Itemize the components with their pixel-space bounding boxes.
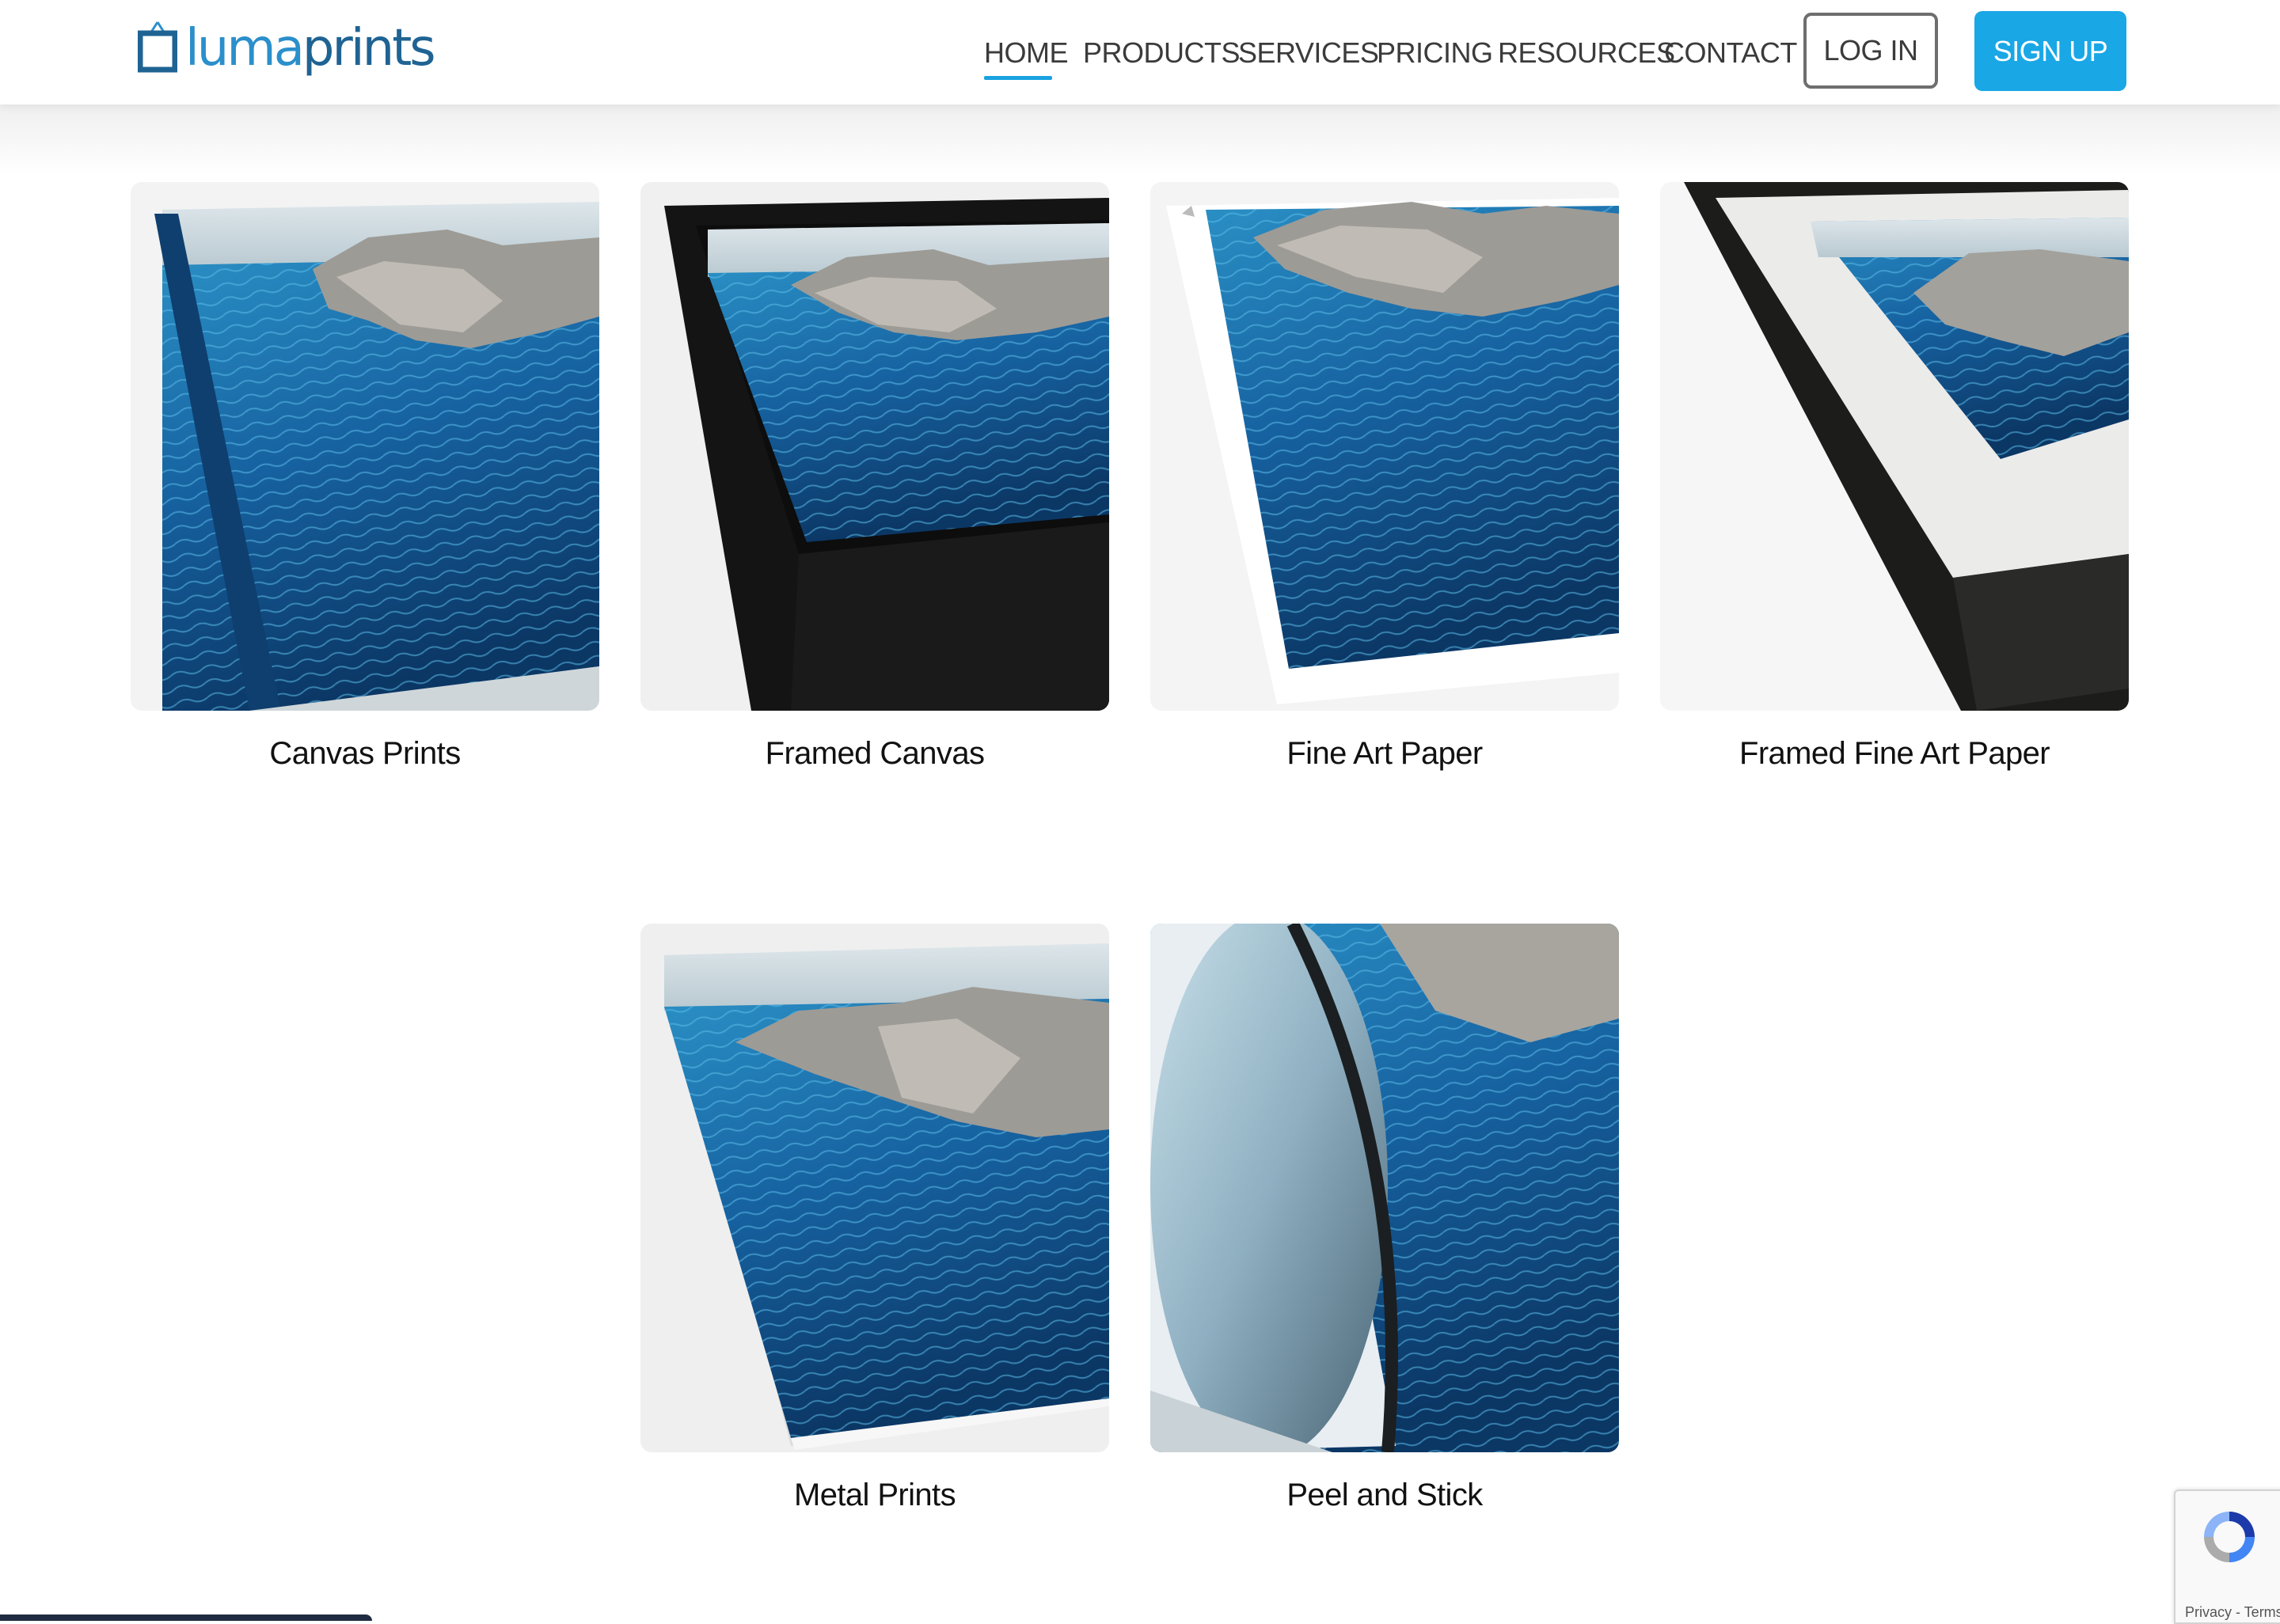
product-title[interactable]: Framed Fine Art Paper (1660, 736, 2129, 772)
cookie-banner-edge (0, 1615, 372, 1621)
peel-and-stick-image[interactable] (1150, 924, 1619, 1452)
logo-text-prints: prints (302, 19, 436, 78)
site-header: lumaprints HOME PRODUCTS SERVICES PRICIN… (0, 0, 2280, 104)
frame-logo-icon (138, 21, 177, 73)
product-title[interactable]: Canvas Prints (131, 736, 599, 772)
header-shadow (0, 104, 2280, 176)
nav-services[interactable]: SERVICES (1238, 33, 1379, 73)
product-title[interactable]: Framed Canvas (640, 736, 1109, 772)
nav-home[interactable]: HOME (984, 33, 1069, 73)
product-title[interactable]: Peel and Stick (1150, 1478, 1619, 1513)
recaptcha-badge[interactable]: Privacy - Terms (2174, 1489, 2280, 1624)
nav-contact[interactable]: CONTACT (1664, 33, 1797, 73)
framed-canvas-image[interactable] (640, 182, 1109, 711)
nav-products[interactable]: PRODUCTS (1083, 33, 1241, 73)
framed-fine-art-paper-image[interactable] (1660, 182, 2129, 711)
fine-art-paper-image[interactable] (1150, 182, 1619, 711)
login-button[interactable]: LOG IN (1803, 13, 1938, 89)
canvas-print-image[interactable] (131, 182, 599, 711)
recaptcha-icon (2204, 1512, 2255, 1562)
nav-resources[interactable]: RESOURCES (1498, 33, 1675, 73)
product-title[interactable]: Fine Art Paper (1150, 736, 1619, 772)
nav-active-indicator (984, 76, 1052, 80)
logo-wordmark: lumaprints (185, 14, 436, 82)
lumaprints-logo[interactable]: lumaprints (138, 17, 436, 85)
recaptcha-links[interactable]: Privacy - Terms (2185, 1604, 2280, 1621)
signup-button[interactable]: SIGN UP (1974, 11, 2126, 91)
metal-print-image[interactable] (640, 924, 1109, 1452)
product-title[interactable]: Metal Prints (640, 1478, 1109, 1513)
nav-pricing[interactable]: PRICING (1377, 33, 1493, 73)
logo-text-luma: luma (185, 19, 305, 78)
